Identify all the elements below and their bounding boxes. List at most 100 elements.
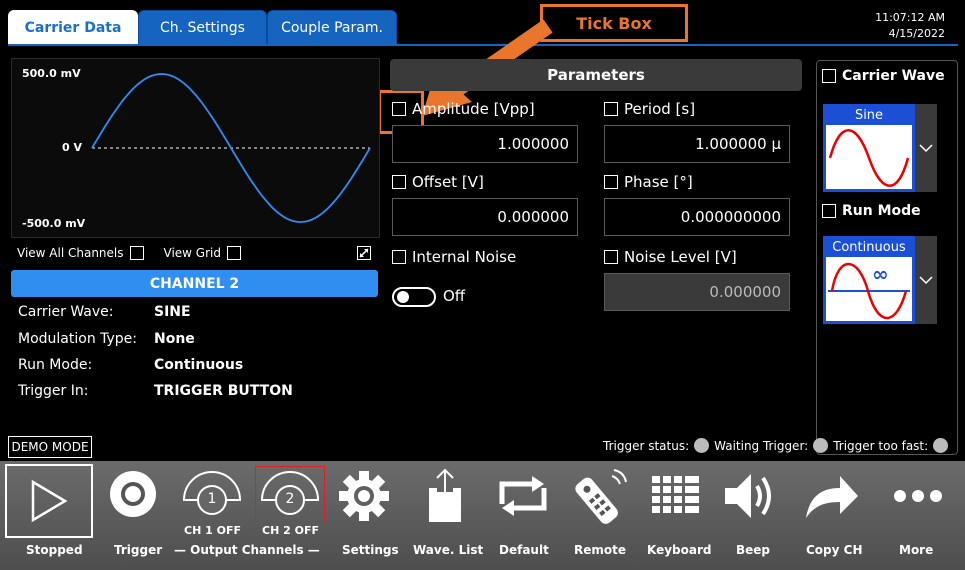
demo-mode-badge: DEMO MODE <box>8 436 92 458</box>
waveform-chart[interactable]: 500.0 mV 0 V -500.0 mV <box>11 58 380 238</box>
tab-carrier-data[interactable]: Carrier Data <box>8 10 138 45</box>
run-mode-dropdown[interactable] <box>915 236 937 324</box>
noise-level-input: 0.000000 <box>604 273 790 311</box>
share-arrow-icon[interactable] <box>802 470 860 522</box>
tab-couple-param[interactable]: Couple Param. <box>267 10 397 45</box>
sine-wave-icon <box>828 129 910 187</box>
offset-field-label[interactable]: Offset [V] <box>392 173 484 191</box>
svg-text:∞: ∞ <box>872 262 889 286</box>
internal-noise-checkbox[interactable] <box>392 250 406 264</box>
offset-input[interactable]: 0.000000 <box>392 198 578 236</box>
repeat-icon[interactable] <box>494 474 552 518</box>
carrier-wave-value: SINE <box>154 304 191 320</box>
period-field-label[interactable]: Period [s] <box>604 100 695 118</box>
chevron-down-icon <box>919 144 933 153</box>
date-label: 4/15/2022 <box>888 27 945 40</box>
noise-level-field-label[interactable]: Noise Level [V] <box>604 248 737 266</box>
ch2-state-label: CH 2 OFF <box>262 524 319 537</box>
phase-input[interactable]: 0.000000000 <box>604 198 790 236</box>
wave-list-label: Wave. List <box>413 543 484 557</box>
view-all-channels-label: View All Channels <box>17 246 124 260</box>
carrier-wave-selector-title: Carrier Wave <box>842 68 945 84</box>
beep-label: Beep <box>736 543 771 557</box>
stopped-button[interactable] <box>5 464 93 538</box>
carrier-wave-checkbox[interactable] <box>822 69 836 83</box>
channel-title: CHANNEL 2 <box>11 270 378 297</box>
time-label: 11:07:12 AM <box>875 11 945 24</box>
noise-level-label: Noise Level [V] <box>624 248 737 266</box>
continuous-wave-icon: ∞ <box>828 262 910 320</box>
period-input[interactable]: 1.000000 µ <box>604 125 790 163</box>
copy-ch-label: Copy CH <box>806 543 863 557</box>
remote-label: Remote <box>574 543 627 557</box>
more-dots-icon[interactable] <box>892 488 944 504</box>
more-label: More <box>899 543 934 557</box>
internal-noise-toggle[interactable] <box>392 287 436 307</box>
offset-label: Offset [V] <box>412 173 484 191</box>
run-mode-selector-label[interactable]: Run Mode <box>822 203 921 219</box>
carrier-wave-dropdown[interactable] <box>915 104 937 192</box>
amplitude-input[interactable]: 1.000000 <box>392 125 578 163</box>
trigger-in-label: Trigger In: <box>18 383 89 399</box>
amplitude-checkbox[interactable] <box>392 102 406 116</box>
tick-box-callout: Tick Box <box>540 4 688 42</box>
modulation-type-label: Modulation Type: <box>18 331 138 347</box>
stopped-label: Stopped <box>26 543 83 557</box>
carrier-wave-label: Carrier Wave: <box>18 304 114 320</box>
internal-noise-label: Internal Noise <box>412 248 517 266</box>
waiting-trigger-led <box>813 438 829 453</box>
phase-label: Phase [°] <box>624 173 693 191</box>
output-channels-label: — Output Channels — <box>174 543 320 557</box>
trigger-too-fast-led <box>933 438 949 453</box>
run-mode-tile-label: Continuous <box>826 239 912 257</box>
run-mode-label: Run Mode: <box>18 357 93 373</box>
view-all-channels-checkbox[interactable] <box>129 246 144 260</box>
trigger-label: Trigger <box>114 543 163 557</box>
trigger-icon[interactable] <box>107 468 159 520</box>
phase-checkbox[interactable] <box>604 175 618 189</box>
carrier-wave-tile[interactable]: Sine <box>823 104 915 192</box>
waiting-trigger-label: Waiting Trigger: <box>714 438 809 453</box>
run-mode-tile[interactable]: Continuous ∞ <box>823 236 915 324</box>
modulation-type-value: None <box>154 331 195 347</box>
trigger-status: Trigger status: Waiting Trigger: Trigger… <box>603 438 949 453</box>
ch1-number: 1 <box>207 491 217 507</box>
run-mode-selector-title: Run Mode <box>842 203 921 219</box>
offset-checkbox[interactable] <box>392 175 406 189</box>
settings-label: Settings <box>342 543 399 557</box>
settings-gear-icon[interactable] <box>338 470 390 522</box>
trigger-status-led <box>694 438 710 453</box>
carrier-wave-selector-label[interactable]: Carrier Wave <box>822 68 945 84</box>
amplitude-label: Amplitude [Vpp] <box>412 100 535 118</box>
period-label: Period [s] <box>624 100 696 118</box>
parameters-header: Parameters <box>390 59 802 91</box>
upload-icon[interactable] <box>423 466 467 524</box>
view-all-channels[interactable]: View All Channels View Grid <box>17 246 241 260</box>
trigger-in-value: TRIGGER BUTTON <box>154 383 293 399</box>
view-grid-label: View Grid <box>163 246 221 260</box>
toggle-knob <box>397 291 409 303</box>
run-mode-value: Continuous <box>154 357 244 373</box>
period-checkbox[interactable] <box>604 102 618 116</box>
amplitude-field-label[interactable]: Amplitude [Vpp] <box>392 100 535 118</box>
internal-noise-field-label[interactable]: Internal Noise <box>392 248 516 266</box>
tab-ch-settings[interactable]: Ch. Settings <box>138 10 267 45</box>
run-mode-checkbox[interactable] <box>822 204 836 218</box>
noise-level-checkbox[interactable] <box>604 250 618 264</box>
trigger-too-fast-label: Trigger too fast: <box>833 438 929 453</box>
y-tick-bottom: -500.0 mV <box>22 217 86 230</box>
default-label: Default <box>499 543 549 557</box>
ch1-state-label: CH 1 OFF <box>184 524 241 537</box>
speaker-icon[interactable] <box>721 468 777 524</box>
expand-icon[interactable] <box>357 246 371 260</box>
phase-field-label[interactable]: Phase [°] <box>604 173 693 191</box>
chevron-down-icon <box>919 276 933 285</box>
trigger-status-label: Trigger status: <box>603 438 690 453</box>
y-tick-mid: 0 V <box>62 141 82 154</box>
view-grid-checkbox[interactable] <box>226 246 241 260</box>
remote-control-icon[interactable] <box>566 466 630 526</box>
keyboard-label: Keyboard <box>647 543 712 557</box>
ch2-number: 2 <box>285 491 295 507</box>
keyboard-icon[interactable] <box>650 474 702 516</box>
datetime: 11:07:12 AM 4/15/2022 <box>875 10 945 42</box>
